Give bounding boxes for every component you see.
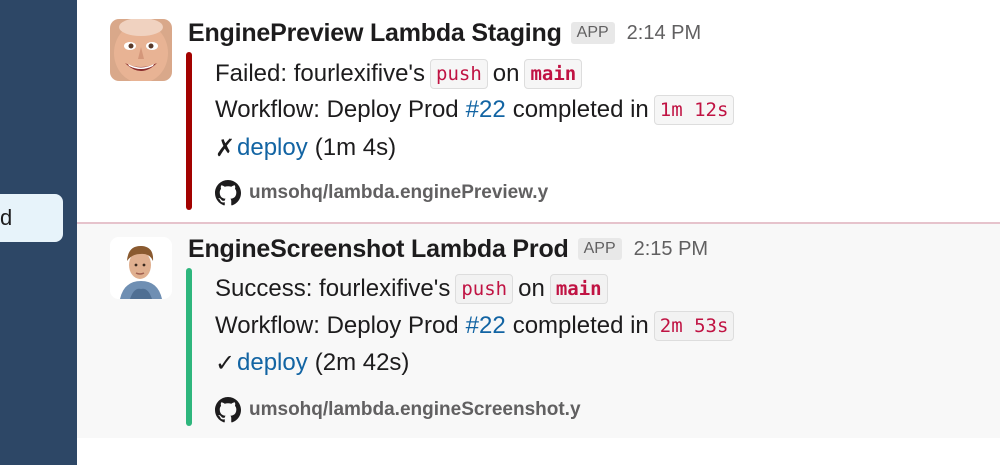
duration-code: 2m 53s bbox=[653, 311, 735, 341]
message-header: EngineScreenshot Lambda Prod APP 2:15 PM bbox=[188, 232, 708, 266]
github-icon bbox=[215, 397, 241, 423]
completed-text: completed in bbox=[512, 96, 649, 123]
status-bar-failed bbox=[186, 52, 192, 210]
success-check-icon: ✓ bbox=[215, 349, 236, 377]
workflow-line: Workflow: Deploy Prod #22 completed in 1… bbox=[215, 91, 739, 129]
sender-name[interactable]: EngineScreenshot Lambda Prod bbox=[188, 235, 569, 264]
sidebar-item-label: d bbox=[0, 205, 13, 230]
job-line: ✓ deploy (2m 42s) bbox=[215, 344, 409, 382]
repo-link[interactable]: umsohq/lambda.enginePreview.y bbox=[249, 182, 548, 204]
event-code: push bbox=[455, 274, 514, 304]
completed-text: completed in bbox=[512, 312, 649, 339]
on-text: on bbox=[492, 60, 520, 87]
on-text: on bbox=[518, 275, 545, 302]
branch-code: main bbox=[524, 59, 583, 89]
sidebar-item-active[interactable]: d bbox=[0, 194, 63, 242]
timestamp[interactable]: 2:15 PM bbox=[634, 238, 708, 261]
job-line: ✗ deploy (1m 4s) bbox=[215, 129, 396, 167]
fail-mark-icon: ✗ bbox=[215, 134, 236, 162]
event-code: push bbox=[430, 59, 488, 89]
message-item: EnginePreview Lambda Staging APP 2:14 PM… bbox=[77, 0, 1000, 222]
status-text: Failed: fourlexifive's bbox=[215, 60, 425, 87]
status-text: Success: fourlexifive's bbox=[215, 275, 451, 302]
status-bar-success bbox=[186, 268, 192, 426]
github-icon bbox=[215, 180, 241, 206]
app-badge: APP bbox=[570, 22, 615, 44]
job-duration: (2m 42s) bbox=[314, 349, 410, 376]
status-line: Success: fourlexifive's push on main bbox=[215, 270, 613, 308]
attachment-footer: umsohq/lambda.engineScreenshot.y bbox=[215, 395, 581, 425]
run-link[interactable]: #22 bbox=[466, 96, 506, 124]
message-pane: EnginePreview Lambda Staging APP 2:14 PM… bbox=[77, 0, 1000, 465]
workflow-text: Workflow: Deploy Prod bbox=[215, 312, 459, 339]
workflow-line: Workflow: Deploy Prod #22 completed in 2… bbox=[215, 307, 739, 345]
branch-code: main bbox=[549, 274, 608, 304]
workspace-sidebar: d bbox=[0, 0, 77, 465]
attachment-footer: umsohq/lambda.enginePreview.y bbox=[215, 178, 548, 208]
job-duration: (1m 4s) bbox=[314, 134, 397, 161]
avatar[interactable] bbox=[110, 19, 172, 81]
job-link[interactable]: deploy bbox=[237, 134, 308, 162]
run-link[interactable]: #22 bbox=[466, 312, 506, 340]
message-item: EngineScreenshot Lambda Prod APP 2:15 PM… bbox=[77, 224, 1000, 438]
duration-code: 1m 12s bbox=[653, 95, 735, 125]
status-line: Failed: fourlexifive's push on main bbox=[215, 55, 587, 93]
workflow-text: Workflow: Deploy Prod bbox=[215, 96, 459, 123]
timestamp[interactable]: 2:14 PM bbox=[627, 22, 701, 45]
app-badge: APP bbox=[577, 238, 622, 260]
message-header: EnginePreview Lambda Staging APP 2:14 PM bbox=[188, 16, 701, 50]
sender-name[interactable]: EnginePreview Lambda Staging bbox=[188, 19, 562, 48]
repo-link[interactable]: umsohq/lambda.engineScreenshot.y bbox=[249, 399, 581, 421]
avatar[interactable] bbox=[110, 237, 172, 299]
job-link[interactable]: deploy bbox=[237, 349, 308, 377]
